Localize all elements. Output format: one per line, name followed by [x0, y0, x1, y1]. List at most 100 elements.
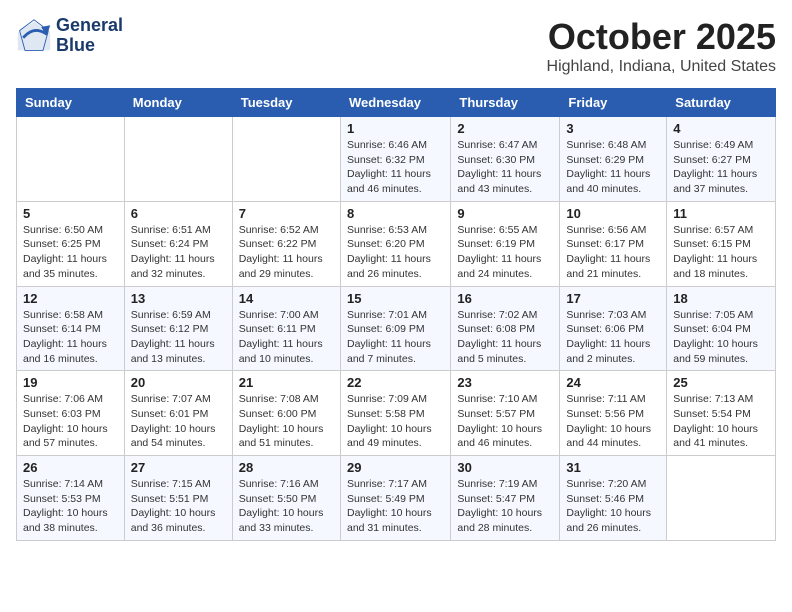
day-info: Sunrise: 6:50 AM Sunset: 6:25 PM Dayligh… [23, 223, 118, 282]
header-thursday: Thursday [451, 89, 560, 117]
day-number: 3 [566, 121, 660, 136]
day-number: 30 [457, 460, 553, 475]
day-info: Sunrise: 7:00 AM Sunset: 6:11 PM Dayligh… [239, 308, 334, 367]
day-info: Sunrise: 6:52 AM Sunset: 6:22 PM Dayligh… [239, 223, 334, 282]
day-cell: 7 Sunrise: 6:52 AM Sunset: 6:22 PM Daylig… [232, 201, 340, 286]
day-info: Sunrise: 7:13 AM Sunset: 5:54 PM Dayligh… [673, 392, 769, 451]
day-info: Sunrise: 6:48 AM Sunset: 6:29 PM Dayligh… [566, 138, 660, 197]
day-info: Sunrise: 7:19 AM Sunset: 5:47 PM Dayligh… [457, 477, 553, 536]
week-row-3: 12 Sunrise: 6:58 AM Sunset: 6:14 PM Dayli… [17, 286, 776, 371]
day-info: Sunrise: 6:51 AM Sunset: 6:24 PM Dayligh… [131, 223, 226, 282]
day-cell: 31 Sunrise: 7:20 AM Sunset: 5:46 PM Dayli… [560, 456, 667, 541]
day-info: Sunrise: 6:57 AM Sunset: 6:15 PM Dayligh… [673, 223, 769, 282]
calendar-table: SundayMondayTuesdayWednesdayThursdayFrid… [16, 88, 776, 541]
day-cell: 9 Sunrise: 6:55 AM Sunset: 6:19 PM Daylig… [451, 201, 560, 286]
logo: General Blue [16, 16, 123, 56]
week-row-1: 1Sunrise: 6:46 AM Sunset: 6:32 PM Daylig… [17, 117, 776, 202]
day-cell: 1Sunrise: 6:46 AM Sunset: 6:32 PM Daylig… [340, 117, 450, 202]
day-number: 10 [566, 206, 660, 221]
day-number: 25 [673, 375, 769, 390]
day-number: 21 [239, 375, 334, 390]
logo-text: General Blue [56, 16, 123, 56]
day-number: 14 [239, 291, 334, 306]
header-tuesday: Tuesday [232, 89, 340, 117]
day-info: Sunrise: 7:06 AM Sunset: 6:03 PM Dayligh… [23, 392, 118, 451]
day-number: 23 [457, 375, 553, 390]
day-cell: 16 Sunrise: 7:02 AM Sunset: 6:08 PM Dayli… [451, 286, 560, 371]
day-cell: 8Sunrise: 6:53 AM Sunset: 6:20 PM Daylig… [340, 201, 450, 286]
day-info: Sunrise: 7:20 AM Sunset: 5:46 PM Dayligh… [566, 477, 660, 536]
day-info: Sunrise: 6:58 AM Sunset: 6:14 PM Dayligh… [23, 308, 118, 367]
day-number: 6 [131, 206, 226, 221]
day-number: 17 [566, 291, 660, 306]
day-info: Sunrise: 7:11 AM Sunset: 5:56 PM Dayligh… [566, 392, 660, 451]
day-cell: 26 Sunrise: 7:14 AM Sunset: 5:53 PM Dayli… [17, 456, 125, 541]
day-number: 24 [566, 375, 660, 390]
page-title: October 2025 [547, 16, 776, 58]
day-cell: 29 Sunrise: 7:17 AM Sunset: 5:49 PM Dayli… [340, 456, 450, 541]
day-number: 15 [347, 291, 444, 306]
day-number: 16 [457, 291, 553, 306]
day-cell: 12 Sunrise: 6:58 AM Sunset: 6:14 PM Dayli… [17, 286, 125, 371]
logo-icon [16, 18, 52, 54]
page-header: General Blue October 2025 Highland, Indi… [16, 16, 776, 76]
day-cell: 17 Sunrise: 7:03 AM Sunset: 6:06 PM Dayli… [560, 286, 667, 371]
day-cell [17, 117, 125, 202]
day-cell: 5 Sunrise: 6:50 AM Sunset: 6:25 PM Daylig… [17, 201, 125, 286]
day-info: Sunrise: 7:10 AM Sunset: 5:57 PM Dayligh… [457, 392, 553, 451]
header-sunday: Sunday [17, 89, 125, 117]
logo-line2: Blue [56, 36, 123, 56]
day-cell [124, 117, 232, 202]
day-info: Sunrise: 7:14 AM Sunset: 5:53 PM Dayligh… [23, 477, 118, 536]
day-cell: 30 Sunrise: 7:19 AM Sunset: 5:47 PM Dayli… [451, 456, 560, 541]
day-cell: 21 Sunrise: 7:08 AM Sunset: 6:00 PM Dayli… [232, 371, 340, 456]
day-number: 5 [23, 206, 118, 221]
day-info: Sunrise: 7:17 AM Sunset: 5:49 PM Dayligh… [347, 477, 444, 536]
day-info: Sunrise: 7:07 AM Sunset: 6:01 PM Dayligh… [131, 392, 226, 451]
day-number: 12 [23, 291, 118, 306]
day-info: Sunrise: 6:59 AM Sunset: 6:12 PM Dayligh… [131, 308, 226, 367]
day-info: Sunrise: 7:05 AM Sunset: 6:04 PM Dayligh… [673, 308, 769, 367]
day-info: Sunrise: 7:09 AM Sunset: 5:58 PM Dayligh… [347, 392, 444, 451]
week-row-5: 26 Sunrise: 7:14 AM Sunset: 5:53 PM Dayli… [17, 456, 776, 541]
header-friday: Friday [560, 89, 667, 117]
day-info: Sunrise: 6:56 AM Sunset: 6:17 PM Dayligh… [566, 223, 660, 282]
day-cell: 25 Sunrise: 7:13 AM Sunset: 5:54 PM Dayli… [667, 371, 776, 456]
day-number: 4 [673, 121, 769, 136]
day-number: 18 [673, 291, 769, 306]
day-number: 7 [239, 206, 334, 221]
day-cell: 13 Sunrise: 6:59 AM Sunset: 6:12 PM Dayli… [124, 286, 232, 371]
title-block: October 2025 Highland, Indiana, United S… [547, 16, 776, 76]
day-info: Sunrise: 7:08 AM Sunset: 6:00 PM Dayligh… [239, 392, 334, 451]
day-number: 31 [566, 460, 660, 475]
day-cell: 2Sunrise: 6:47 AM Sunset: 6:30 PM Daylig… [451, 117, 560, 202]
day-number: 20 [131, 375, 226, 390]
day-number: 9 [457, 206, 553, 221]
logo-line1: General [56, 16, 123, 36]
day-cell: 18 Sunrise: 7:05 AM Sunset: 6:04 PM Dayli… [667, 286, 776, 371]
day-number: 29 [347, 460, 444, 475]
day-cell: 19Sunrise: 7:06 AM Sunset: 6:03 PM Dayli… [17, 371, 125, 456]
day-info: Sunrise: 6:46 AM Sunset: 6:32 PM Dayligh… [347, 138, 444, 197]
day-cell: 10 Sunrise: 6:56 AM Sunset: 6:17 PM Dayli… [560, 201, 667, 286]
day-cell: 14 Sunrise: 7:00 AM Sunset: 6:11 PM Dayli… [232, 286, 340, 371]
day-info: Sunrise: 7:03 AM Sunset: 6:06 PM Dayligh… [566, 308, 660, 367]
calendar-header-row: SundayMondayTuesdayWednesdayThursdayFrid… [17, 89, 776, 117]
day-info: Sunrise: 6:55 AM Sunset: 6:19 PM Dayligh… [457, 223, 553, 282]
day-number: 11 [673, 206, 769, 221]
day-number: 13 [131, 291, 226, 306]
day-cell: 11 Sunrise: 6:57 AM Sunset: 6:15 PM Dayli… [667, 201, 776, 286]
day-cell: 20 Sunrise: 7:07 AM Sunset: 6:01 PM Dayli… [124, 371, 232, 456]
day-cell: 27Sunrise: 7:15 AM Sunset: 5:51 PM Dayli… [124, 456, 232, 541]
header-monday: Monday [124, 89, 232, 117]
day-number: 26 [23, 460, 118, 475]
day-info: Sunrise: 7:02 AM Sunset: 6:08 PM Dayligh… [457, 308, 553, 367]
page-subtitle: Highland, Indiana, United States [547, 58, 776, 76]
day-info: Sunrise: 7:15 AM Sunset: 5:51 PM Dayligh… [131, 477, 226, 536]
day-info: Sunrise: 6:49 AM Sunset: 6:27 PM Dayligh… [673, 138, 769, 197]
day-cell: 3 Sunrise: 6:48 AM Sunset: 6:29 PM Daylig… [560, 117, 667, 202]
day-number: 28 [239, 460, 334, 475]
header-saturday: Saturday [667, 89, 776, 117]
day-number: 2 [457, 121, 553, 136]
day-cell: 6 Sunrise: 6:51 AM Sunset: 6:24 PM Daylig… [124, 201, 232, 286]
